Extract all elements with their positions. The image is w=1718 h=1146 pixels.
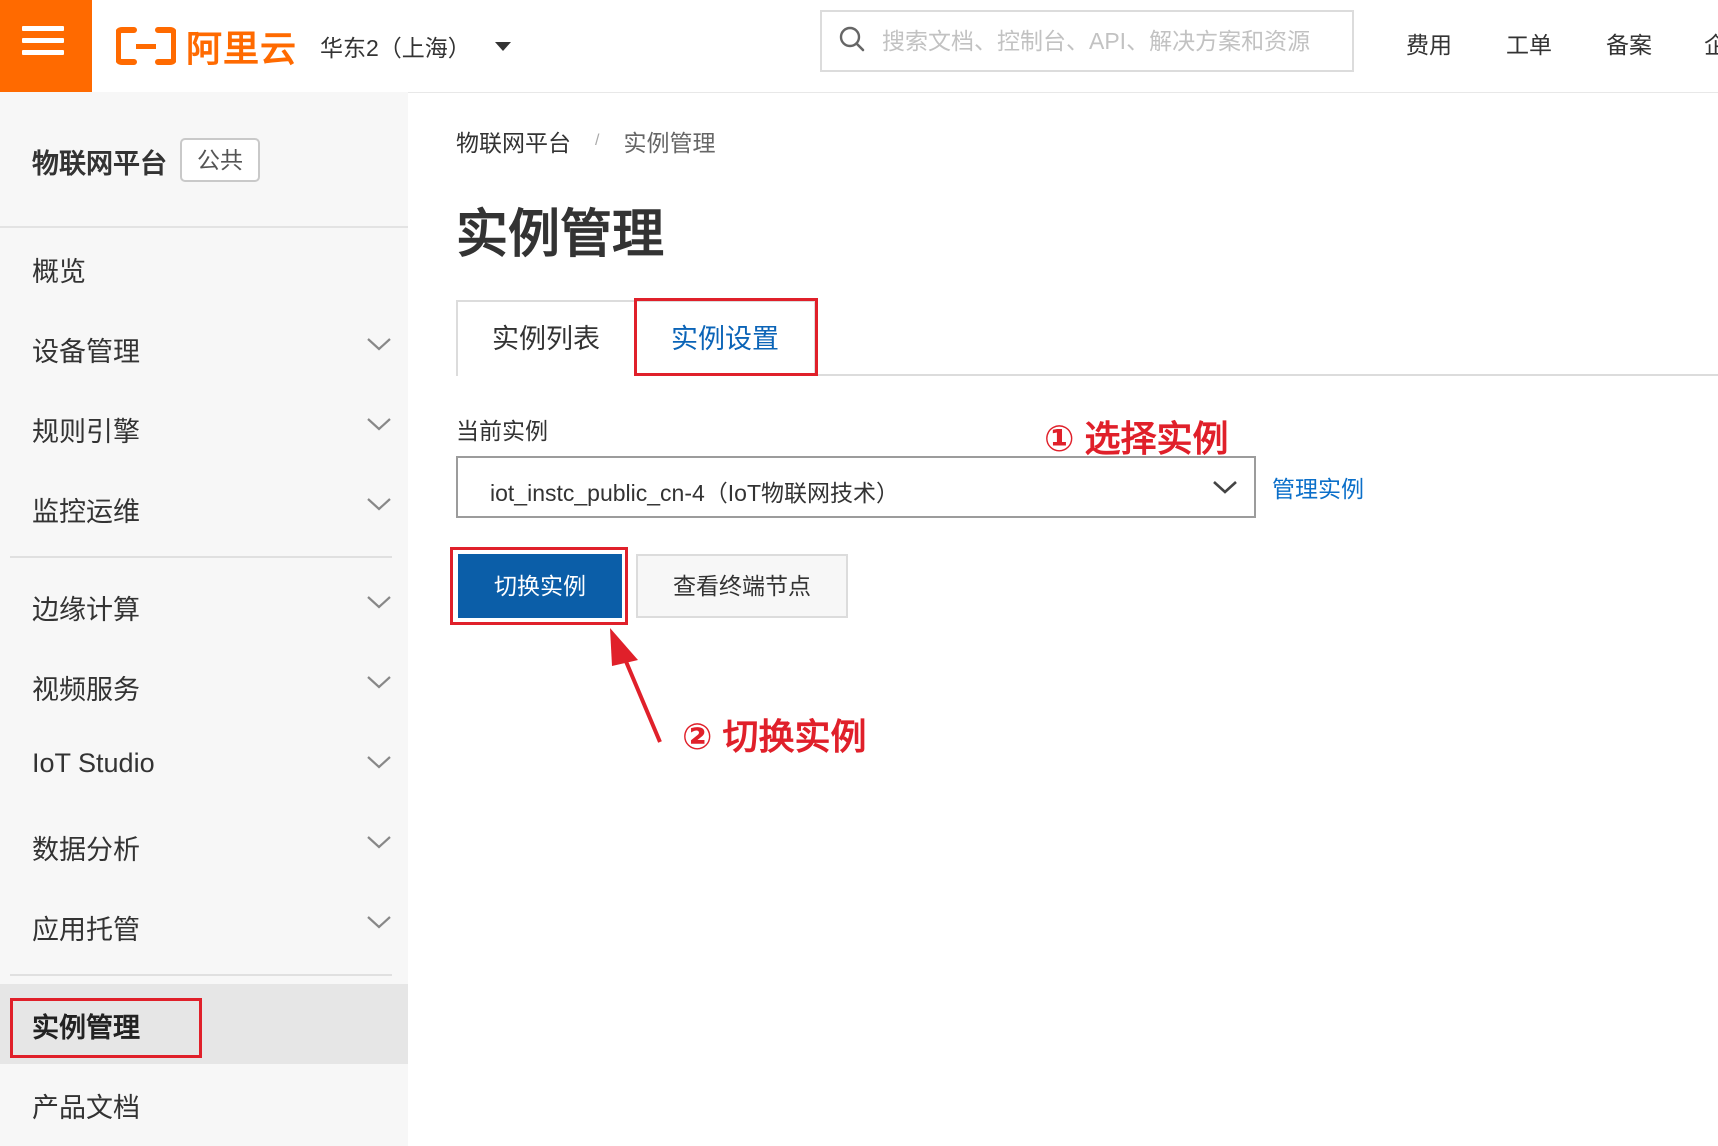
sidebar-item-label: 概览 (32, 257, 86, 287)
sidebar-divider (10, 556, 392, 558)
sidebar-item-label: 设备管理 (32, 337, 140, 367)
sidebar-item-video-service[interactable]: 视频服务 (0, 646, 408, 726)
chevron-down-icon (366, 754, 392, 775)
sidebar: 物联网平台 公共 概览 设备管理 规则引擎 监控运维 边缘计算 视频服务 IoT… (0, 92, 408, 1146)
sidebar-item-label: 实例管理 (32, 1013, 140, 1043)
sidebar-item-edge-computing[interactable]: 边缘计算 (0, 566, 408, 646)
instance-select-value: iot_instc_public_cn-4（IoT物联网技术） (490, 480, 900, 506)
logo-text: 阿里云 (186, 28, 298, 69)
switch-instance-button[interactable]: 切换实例 (458, 554, 622, 618)
view-endpoints-button[interactable]: 查看终端节点 (636, 554, 848, 618)
region-selector[interactable]: 华东2（上海） (320, 26, 511, 66)
tab-instance-settings[interactable]: 实例设置 (634, 300, 816, 376)
sidebar-item-label: 数据分析 (32, 835, 140, 865)
instance-select[interactable]: iot_instc_public_cn-4（IoT物联网技术） (456, 456, 1256, 518)
sidebar-item-overview[interactable]: 概览 (0, 228, 408, 308)
breadcrumb-item-iot-platform[interactable]: 物联网平台 (456, 124, 571, 158)
sidebar-item-product-docs[interactable]: 产品文档 (0, 1064, 408, 1144)
nav-billing[interactable]: 费用 (1406, 26, 1452, 60)
top-bar: 阿里云 华东2（上海） 费用 工单 备案 企 (0, 0, 1718, 93)
page-title: 实例管理 (456, 206, 665, 264)
sidebar-item-rules-engine[interactable]: 规则引擎 (0, 388, 408, 468)
annotation-step1: ① 选择实例 (1044, 418, 1229, 459)
sidebar-item-label: 边缘计算 (32, 595, 140, 625)
search-input[interactable] (880, 26, 1344, 56)
nav-icp[interactable]: 备案 (1606, 26, 1652, 60)
sidebar-item-monitoring[interactable]: 监控运维 (0, 468, 408, 548)
sidebar-item-label: 应用托管 (32, 915, 140, 945)
sidebar-item-label: 监控运维 (32, 497, 140, 527)
sidebar-header: 物联网平台 公共 (0, 92, 408, 228)
menu-icon[interactable] (0, 0, 92, 92)
nav-enterprise[interactable]: 企 (1704, 26, 1718, 60)
sidebar-item-instance-management[interactable]: 实例管理 (0, 984, 408, 1064)
chevron-down-icon (366, 336, 392, 357)
annotation-step2: ② 切换实例 (682, 716, 867, 757)
breadcrumb: 物联网平台 / 实例管理 (456, 124, 715, 158)
nav-ticket[interactable]: 工单 (1506, 26, 1552, 60)
search-box[interactable] (820, 10, 1354, 72)
sidebar-item-label: 视频服务 (32, 675, 140, 705)
chevron-down-icon (366, 416, 392, 437)
tab-instance-list[interactable]: 实例列表 (456, 300, 634, 376)
sidebar-item-label: IoT Studio (32, 748, 155, 778)
annotation-arrow-icon (610, 628, 662, 743)
aliyun-logo[interactable]: 阿里云 (115, 22, 298, 70)
breadcrumb-item-current: 实例管理 (623, 130, 716, 156)
sidebar-title: 物联网平台 (32, 149, 167, 179)
sidebar-item-data-analysis[interactable]: 数据分析 (0, 806, 408, 886)
sidebar-item-app-hosting[interactable]: 应用托管 (0, 886, 408, 966)
caret-down-icon (494, 41, 511, 51)
chevron-down-icon (366, 674, 392, 695)
chevron-down-icon (366, 594, 392, 615)
chevron-down-icon (1212, 478, 1238, 501)
manage-instance-link[interactable]: 管理实例 (1272, 470, 1364, 504)
breadcrumb-separator: / (595, 132, 600, 149)
sidebar-badge: 公共 (180, 138, 260, 182)
region-label: 华东2（上海） (320, 35, 471, 61)
chevron-down-icon (366, 914, 392, 935)
aliyun-logo-icon (115, 26, 177, 66)
current-instance-label: 当前实例 (456, 418, 548, 444)
sidebar-divider (10, 974, 392, 976)
chevron-down-icon (366, 834, 392, 855)
sidebar-item-label: 产品文档 (32, 1093, 140, 1123)
sidebar-item-device-management[interactable]: 设备管理 (0, 308, 408, 388)
chevron-down-icon (366, 496, 392, 517)
search-icon (838, 25, 866, 58)
sidebar-item-iot-studio[interactable]: IoT Studio (0, 726, 408, 806)
sidebar-item-label: 规则引擎 (32, 417, 140, 447)
